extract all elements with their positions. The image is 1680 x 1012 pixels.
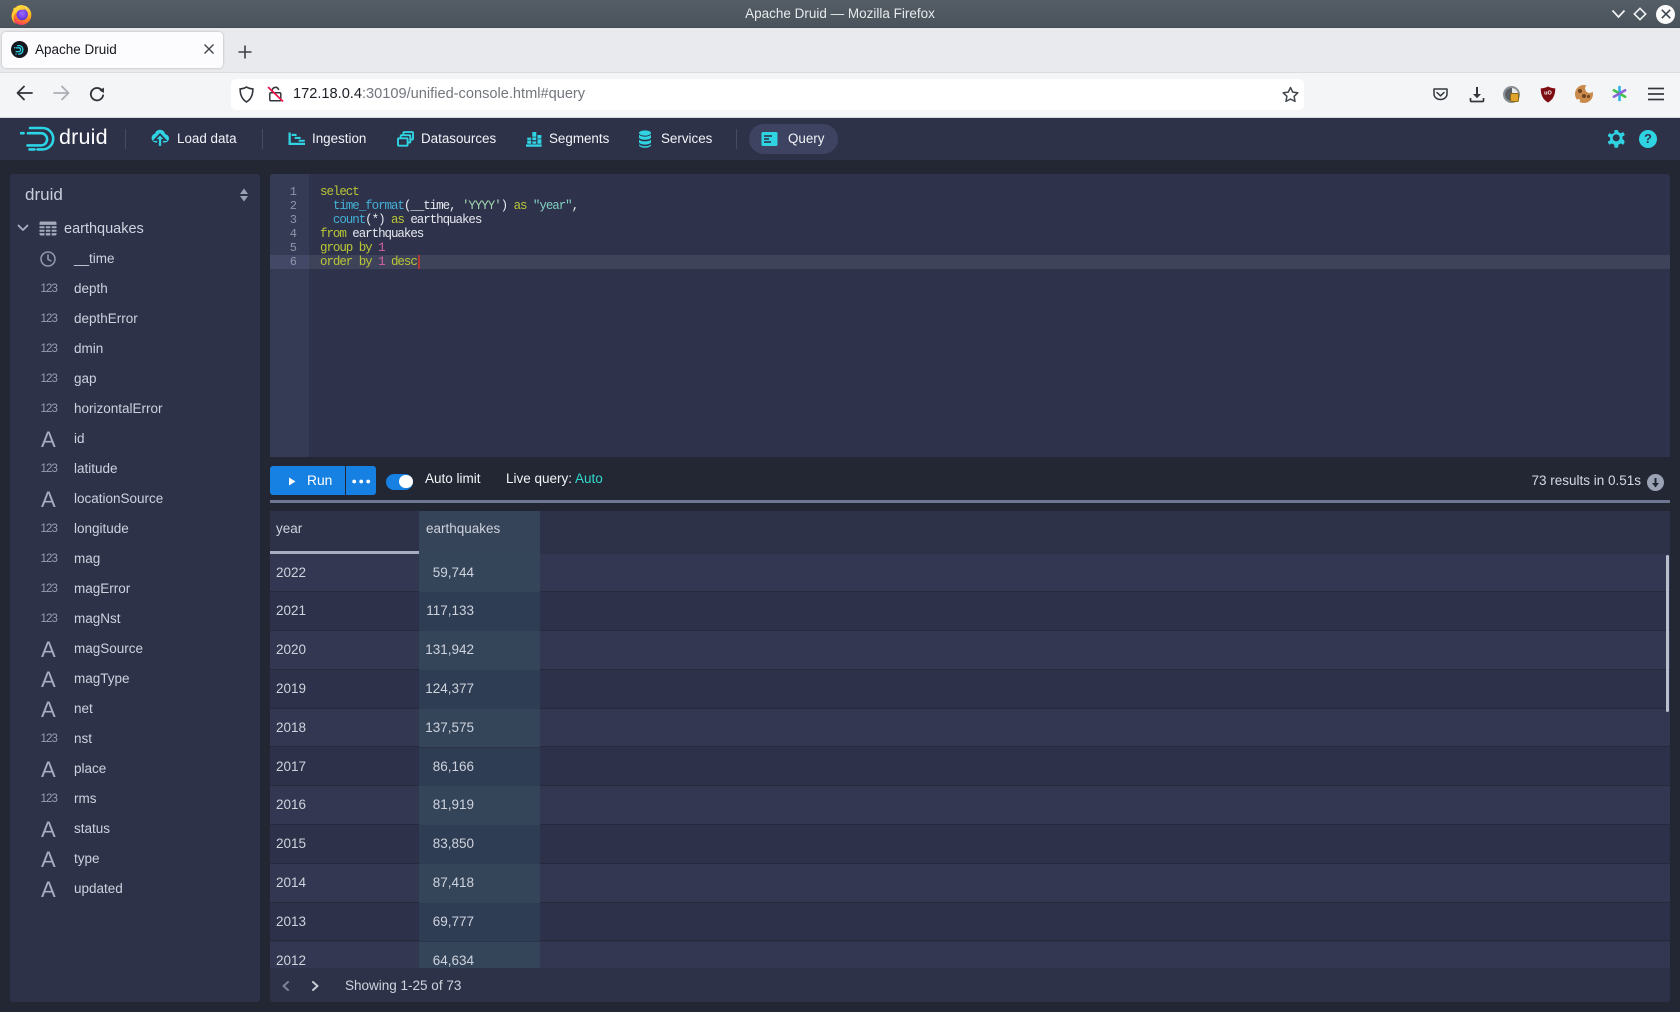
svg-text:uO: uO: [1544, 91, 1552, 97]
